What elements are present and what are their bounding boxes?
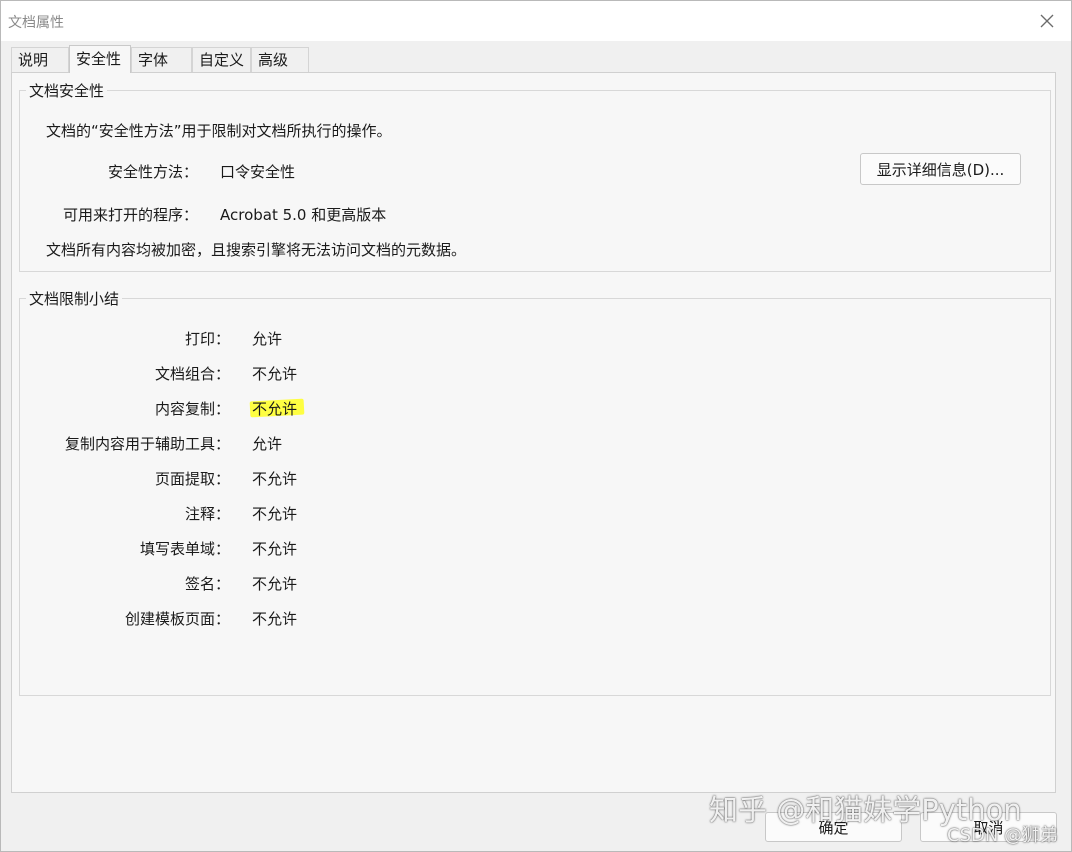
security-method-value: 口令安全性 (220, 163, 296, 181)
restriction-label-template-pages: 创建模板页面： (124, 610, 230, 628)
restriction-label-accessibility: 复制内容用于辅助工具： (64, 435, 230, 453)
tab-security[interactable]: 安全性 (69, 45, 131, 73)
title-bar: 文档属性 (1, 1, 1071, 41)
restriction-label-form-fields: 填写表单域： (139, 540, 230, 558)
restriction-value-assembly: 不允许 (252, 365, 298, 383)
restriction-value-accessibility: 允许 (252, 435, 283, 453)
encryption-note: 文档所有内容均被加密，且搜索引擎将无法访问文档的元数据。 (46, 241, 467, 259)
document-security-group: 文档安全性 文档的“安全性方法”用于限制对文档所执行的操作。 安全性方法： 口令… (19, 80, 1051, 272)
restriction-label-copy: 内容复制： (154, 400, 230, 418)
restriction-value-template-pages: 不允许 (252, 610, 298, 628)
close-icon (1040, 14, 1054, 28)
restriction-label-assembly: 文档组合： (154, 365, 230, 383)
restriction-value-form-fields: 不允许 (252, 540, 298, 558)
security-description: 文档的“安全性方法”用于限制对文档所执行的操作。 (46, 122, 392, 140)
tab-advanced[interactable]: 高级 (251, 47, 309, 72)
document-properties-dialog: 文档属性 说明 安全性 字体 自定义 高级 文档安全性 文档的“安全性方法”用于… (0, 0, 1072, 852)
restriction-value-copy: 不允许 (252, 400, 298, 418)
window-title: 文档属性 (8, 15, 64, 31)
restriction-value-comments: 不允许 (252, 505, 298, 523)
ok-button[interactable]: 确定 (765, 812, 902, 842)
document-restrictions-group: 文档限制小结 打印： 允许 文档组合： 不允许 内容复制： 不允许 复制内容用于… (19, 288, 1051, 696)
cancel-button[interactable]: 取消 (920, 812, 1057, 842)
document-security-title: 文档安全性 (26, 80, 108, 101)
restriction-label-page-extraction: 页面提取： (154, 470, 230, 488)
document-restrictions-title: 文档限制小结 (26, 288, 123, 309)
compatibility-label: 可用来打开的程序： (62, 206, 198, 224)
restriction-value-page-extraction: 不允许 (252, 470, 298, 488)
restriction-label-comments: 注释： (184, 505, 230, 523)
compatibility-value: Acrobat 5.0 和更高版本 (220, 206, 387, 224)
tab-fonts[interactable]: 字体 (131, 47, 192, 72)
show-details-button[interactable]: 显示详细信息(D)... (860, 153, 1021, 185)
tab-description[interactable]: 说明 (11, 47, 69, 72)
tab-custom[interactable]: 自定义 (192, 47, 251, 72)
restriction-value-print: 允许 (252, 330, 283, 348)
restriction-value-signing: 不允许 (252, 575, 298, 593)
close-button[interactable] (1037, 11, 1057, 31)
security-method-label: 安全性方法： (107, 163, 198, 181)
restriction-label-signing: 签名： (184, 575, 230, 593)
security-tab-panel: 文档安全性 文档的“安全性方法”用于限制对文档所执行的操作。 安全性方法： 口令… (11, 72, 1056, 793)
restriction-label-print: 打印： (184, 330, 230, 348)
